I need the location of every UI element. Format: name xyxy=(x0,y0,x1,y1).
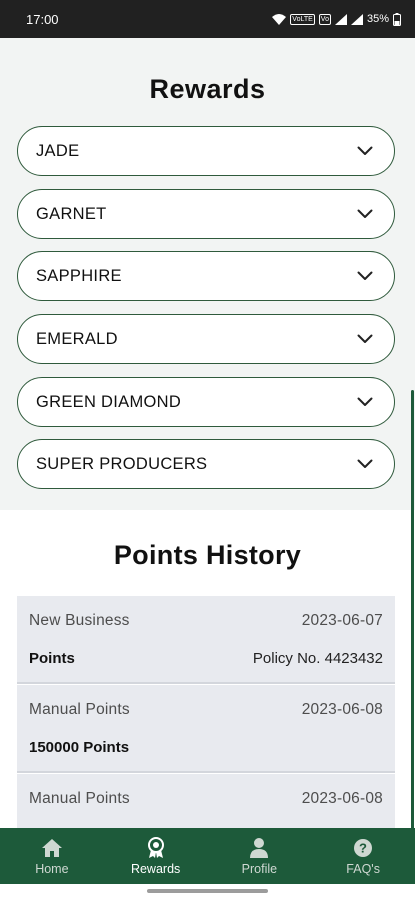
rewards-section: Rewards JADE GARNET SAPPHIRE EMERALD GRE… xyxy=(0,38,415,510)
chevron-down-icon xyxy=(356,393,374,411)
gesture-area xyxy=(0,884,415,900)
points-history-title: Points History xyxy=(113,540,302,570)
history-entry[interactable]: New Business 2023-06-07 Points Policy No… xyxy=(17,596,395,684)
tier-label: GARNET xyxy=(36,204,107,223)
entry-type: New Business xyxy=(29,612,130,629)
tier-label: JADE xyxy=(36,141,80,160)
help-icon: ? xyxy=(352,837,374,859)
entry-policy: Policy No. 4423432 xyxy=(252,650,383,667)
entry-type: Manual Points xyxy=(29,701,130,718)
svg-text:?: ? xyxy=(359,840,367,855)
nav-label: Rewards xyxy=(130,861,181,876)
entry-points: 150000 Points xyxy=(29,739,130,756)
nav-profile[interactable]: Profile xyxy=(208,828,312,884)
history-entry[interactable]: Manual Points 2023-06-08 150000 Points xyxy=(17,685,395,773)
tier-garnet-accordion[interactable]: GARNET xyxy=(17,189,395,239)
profile-icon xyxy=(248,837,270,859)
tier-sapphire-accordion[interactable]: SAPPHIRE xyxy=(17,251,395,301)
nav-label: Profile xyxy=(241,861,278,876)
status-bar: 17:00 VoLTE Vo 35% xyxy=(0,0,415,38)
tier-label: EMERALD xyxy=(36,329,118,348)
chevron-down-icon xyxy=(356,205,374,223)
signal-icon-2 xyxy=(350,13,363,25)
nav-label: Home xyxy=(35,861,69,876)
rewards-title: Rewards xyxy=(149,74,266,104)
entry-points: Points xyxy=(29,650,75,667)
entry-date: 2023-06-07 xyxy=(301,612,383,629)
chevron-down-icon xyxy=(356,142,374,160)
volte-icon-2: Vo xyxy=(318,13,331,25)
nav-label: FAQ's xyxy=(346,861,380,876)
volte-icon: VoLTE xyxy=(290,13,315,25)
nav-faq[interactable]: ? FAQ's xyxy=(311,828,415,884)
home-icon xyxy=(41,837,63,859)
rewards-icon xyxy=(145,836,167,859)
tier-green-diamond-accordion[interactable]: GREEN DIAMOND xyxy=(17,377,395,427)
battery-percent: 35% xyxy=(366,13,389,25)
battery-icon xyxy=(393,12,401,26)
bottom-nav: Home Rewards Profile ? FAQ's xyxy=(0,828,415,884)
nav-home[interactable]: Home xyxy=(0,828,104,884)
tier-label: SUPER PRODUCERS xyxy=(36,454,208,473)
tier-emerald-accordion[interactable]: EMERALD xyxy=(17,314,395,364)
chevron-down-icon xyxy=(356,267,374,285)
signal-icon xyxy=(334,13,347,25)
entry-date: 2023-06-08 xyxy=(301,701,383,718)
tier-label: GREEN DIAMOND xyxy=(36,392,182,411)
tier-jade-accordion[interactable]: JADE xyxy=(17,126,395,176)
entry-type: Manual Points xyxy=(29,790,130,807)
entry-date: 2023-06-08 xyxy=(301,790,383,807)
status-icons: VoLTE Vo 35% xyxy=(272,12,401,26)
tier-label: SAPPHIRE xyxy=(36,266,122,285)
gesture-handle[interactable] xyxy=(147,889,268,893)
wifi-icon xyxy=(272,13,287,25)
status-time: 17:00 xyxy=(26,11,59,27)
tier-super-producers-accordion[interactable]: SUPER PRODUCERS xyxy=(17,439,395,489)
scrollbar[interactable] xyxy=(411,390,414,830)
history-entry[interactable]: Manual Points 2023-06-08 xyxy=(17,774,395,828)
chevron-down-icon xyxy=(356,455,374,473)
nav-rewards[interactable]: Rewards xyxy=(104,828,208,884)
chevron-down-icon xyxy=(356,330,374,348)
